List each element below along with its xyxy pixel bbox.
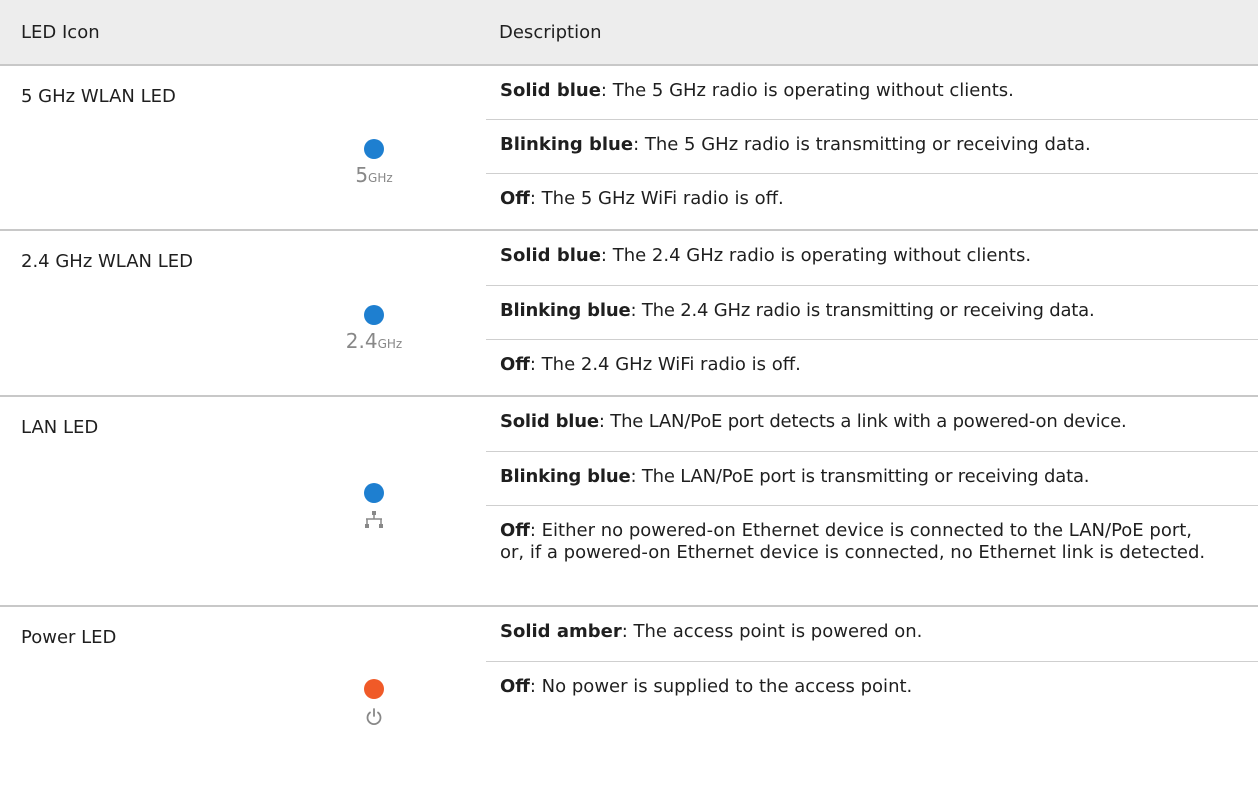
- state-description: : The 2.4 GHz radio is operating without…: [600, 245, 1032, 266]
- state-description: : The LAN/PoE port is transmitting or re…: [630, 466, 1090, 487]
- led-name: Power LED: [21, 627, 117, 648]
- list-item: Solid blue: The 2.4 GHz radio is operati…: [486, 231, 1258, 286]
- state-label: Off: [500, 354, 530, 375]
- icon-main-label: 5: [355, 163, 369, 187]
- list-item: Off: The 2.4 GHz WiFi radio is off.: [486, 340, 1258, 395]
- state-description: : Either no powered-on Ethernet device i…: [500, 520, 1206, 563]
- list-item: Off: No power is supplied to the access …: [486, 662, 1258, 722]
- state-description: : The 2.4 GHz radio is transmitting or r…: [630, 300, 1095, 321]
- list-item: Solid blue: The 5 GHz radio is operating…: [486, 66, 1258, 120]
- led-dot: [364, 139, 384, 159]
- led-dot: [364, 679, 384, 699]
- list-item: Off: Either no powered-on Ethernet devic…: [486, 506, 1258, 605]
- state-label: Solid blue: [500, 411, 599, 432]
- icon-sub-label: GHz: [377, 337, 403, 351]
- state-label: Blinking blue: [500, 134, 634, 155]
- state-description: : The access point is powered on.: [621, 621, 923, 642]
- icon-main-label: 2.4: [345, 329, 378, 353]
- state-label: Solid amber: [500, 621, 622, 642]
- network-icon: [348, 483, 400, 529]
- 2-4ghz-icon: 2.4GHz: [345, 305, 403, 353]
- led-name: 5 GHz WLAN LED: [21, 86, 176, 107]
- header-description: Description: [499, 22, 602, 43]
- state-description: : The LAN/PoE port detects a link with a…: [598, 411, 1127, 432]
- power-icon: [348, 679, 400, 727]
- state-label: Off: [500, 188, 530, 209]
- state-label: Solid blue: [500, 80, 601, 101]
- state-label: Off: [500, 676, 530, 697]
- state-label: Solid blue: [500, 245, 601, 266]
- list-item: Off: The 5 GHz WiFi radio is off.: [486, 174, 1258, 229]
- state-description: : The 2.4 GHz WiFi radio is off.: [529, 354, 801, 375]
- network-glyph-icon: [365, 511, 383, 528]
- power-glyph-icon: [366, 708, 382, 726]
- led-dot: [364, 483, 384, 503]
- list-item: Blinking blue: The 5 GHz radio is transm…: [486, 120, 1258, 174]
- group-lan-led: LAN LED Solid blue: The LAN/PoE port det…: [0, 397, 1258, 607]
- state-description: : The 5 GHz radio is transmitting or rec…: [633, 134, 1091, 155]
- list-item: Blinking blue: The LAN/PoE port is trans…: [486, 452, 1258, 506]
- state-label: Blinking blue: [500, 300, 631, 321]
- group-2-4ghz-wlan-led: 2.4 GHz WLAN LED 2.4GHz Solid blue: The …: [0, 231, 1258, 397]
- 5ghz-icon: 5GHz: [348, 139, 400, 185]
- icon-sub-label: GHz: [368, 171, 393, 185]
- group-power-led: Power LED Solid amber: The access point …: [0, 607, 1258, 757]
- state-description: : The 5 GHz WiFi radio is off.: [529, 188, 784, 209]
- list-item: Blinking blue: The 2.4 GHz radio is tran…: [486, 286, 1258, 340]
- led-table: LED Icon Description 5 GHz WLAN LED 5GHz…: [0, 0, 1258, 757]
- table-header: LED Icon Description: [0, 0, 1258, 66]
- list-item: Solid blue: The LAN/PoE port detects a l…: [486, 397, 1258, 452]
- led-dot: [364, 305, 384, 325]
- state-label: Blinking blue: [500, 466, 631, 487]
- state-label: Off: [500, 520, 530, 541]
- state-description: : No power is supplied to the access poi…: [529, 676, 913, 697]
- list-item: Solid amber: The access point is powered…: [486, 607, 1258, 662]
- state-description: : The 5 GHz radio is operating without c…: [600, 80, 1014, 101]
- header-led-icon: LED Icon: [21, 22, 100, 43]
- group-5ghz-wlan-led: 5 GHz WLAN LED 5GHz Solid blue: The 5 GH…: [0, 66, 1258, 231]
- led-name: LAN LED: [21, 417, 99, 438]
- led-name: 2.4 GHz WLAN LED: [21, 251, 194, 272]
